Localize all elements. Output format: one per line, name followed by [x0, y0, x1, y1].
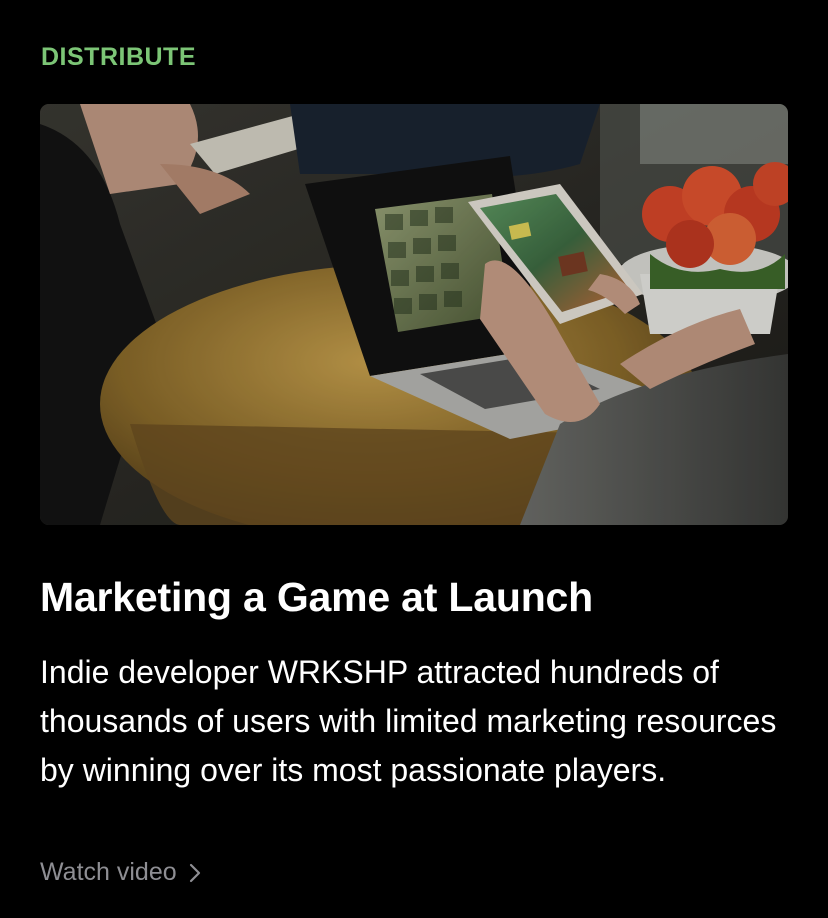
article-card[interactable]: DISTRIBUTE Marketing a Game at Launch In…: [0, 0, 828, 918]
article-headline[interactable]: Marketing a Game at Launch: [40, 574, 593, 621]
hero-image[interactable]: [40, 104, 788, 525]
chevron-right-icon: [189, 863, 200, 882]
hero-photo-illustration: [40, 104, 788, 525]
category-label: DISTRIBUTE: [41, 43, 196, 71]
article-description: Indie developer WRKSHP attracted hundred…: [40, 654, 777, 788]
watch-video-link[interactable]: Watch video: [40, 858, 201, 887]
watch-video-label: Watch video: [40, 858, 177, 886]
